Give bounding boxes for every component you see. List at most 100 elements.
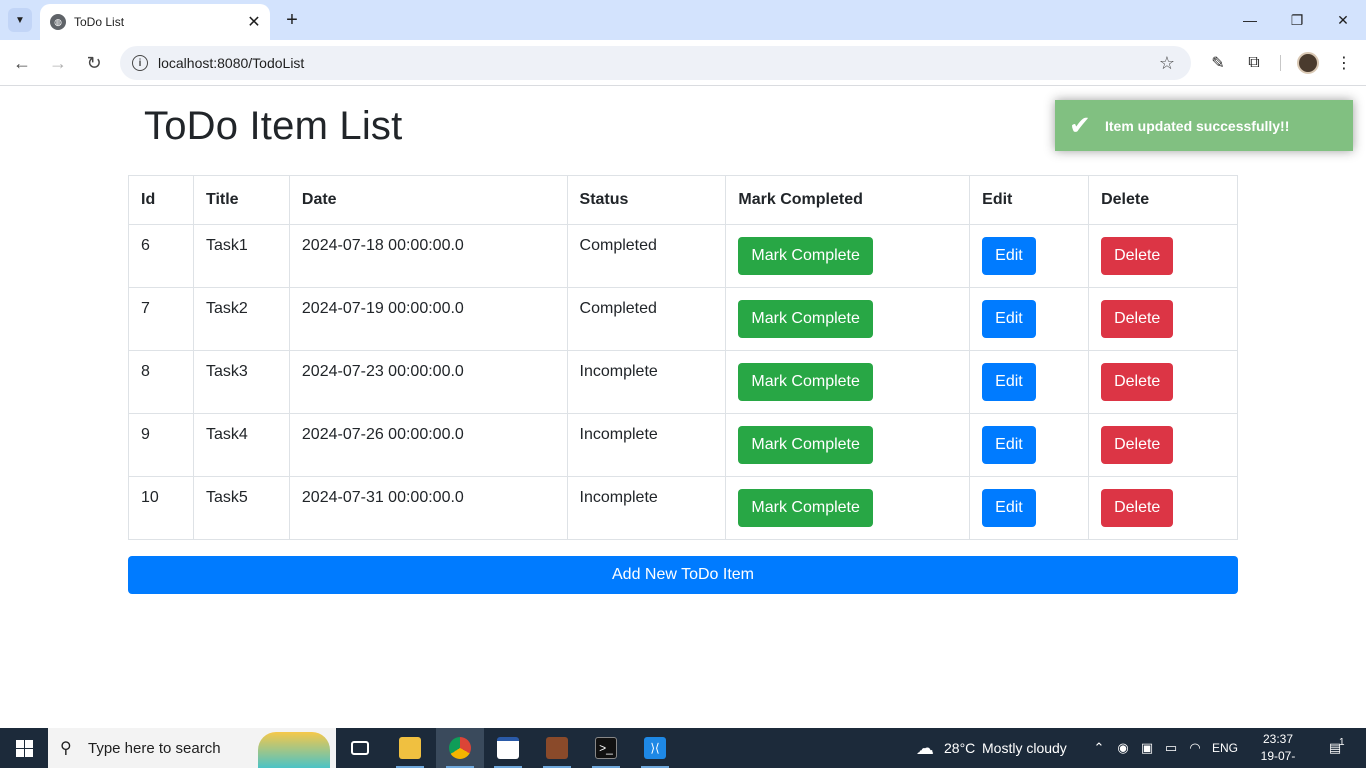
notification-count: 1 (1339, 736, 1345, 748)
column-header-date: Date (288, 175, 568, 225)
chevron-up-icon[interactable]: ⌃ (1090, 739, 1108, 757)
clock-time: 23:37 (1262, 732, 1294, 746)
window-app-button[interactable] (484, 728, 532, 768)
search-icon: ⚲ (60, 740, 72, 757)
reload-icon[interactable]: ↻ (80, 49, 108, 77)
edit-button[interactable]: Edit (982, 237, 1036, 275)
tab-title: ToDo List (74, 15, 125, 29)
cell-id: 6 (128, 224, 194, 288)
column-header-edit: Edit (969, 175, 1090, 225)
window-icon (497, 737, 519, 759)
more-menu-icon[interactable]: ⋮ (1332, 51, 1356, 75)
edit-button[interactable]: Edit (982, 300, 1036, 338)
cell-id: 8 (128, 350, 194, 414)
toast-message: Item updated successfully!! (1105, 117, 1290, 134)
chevron-down-icon: ▼ (15, 14, 25, 26)
table-header-row: Id Title Date Status Mark Completed Edit… (128, 175, 1238, 225)
edit-button[interactable]: Edit (982, 426, 1036, 464)
close-window-button[interactable]: ✕ (1329, 6, 1357, 34)
site-info-icon[interactable]: i (132, 55, 148, 71)
globe-icon: ◍ (50, 14, 66, 30)
profile-avatar[interactable] (1297, 52, 1319, 74)
tab-search-button[interactable]: ▼ (8, 8, 32, 32)
cell-edit: Edit (969, 413, 1090, 477)
column-header-delete: Delete (1088, 175, 1238, 225)
minimize-button[interactable]: — (1236, 6, 1264, 34)
url-text[interactable]: localhost:8080/TodoList (158, 55, 1155, 71)
mark-complete-button[interactable]: Mark Complete (738, 426, 873, 464)
cell-mark: Mark Complete (725, 224, 971, 288)
column-header-id: Id (128, 175, 194, 225)
table-row: 8 Task3 2024-07-23 00:00:00.0 Incomplete… (128, 350, 1238, 414)
restore-button[interactable]: ❐ (1283, 6, 1311, 34)
checkmark-icon: ✔ (1069, 110, 1091, 140)
system-clock[interactable]: 23:37 19-07-2024 (1250, 731, 1306, 768)
delete-button[interactable]: Delete (1101, 489, 1174, 527)
meet-now-icon[interactable]: ▣ (1138, 739, 1156, 757)
browser-tab[interactable]: ◍ ToDo List ✕ (40, 4, 270, 40)
column-header-mark-completed: Mark Completed (725, 175, 971, 225)
battery-icon[interactable]: ▭ (1162, 739, 1180, 757)
delete-button[interactable]: Delete (1101, 237, 1174, 275)
cell-mark: Mark Complete (725, 413, 971, 477)
cell-mark: Mark Complete (725, 350, 971, 414)
record-icon[interactable]: ◉ (1114, 739, 1132, 757)
delete-button[interactable]: Delete (1101, 426, 1174, 464)
file-explorer-button[interactable] (386, 728, 434, 768)
search-highlight-image (258, 732, 330, 768)
cell-date: 2024-07-31 00:00:00.0 (288, 476, 568, 540)
cell-edit: Edit (969, 476, 1090, 540)
weather-cloud-icon[interactable]: ☁ (912, 738, 938, 758)
mark-complete-button[interactable]: Mark Complete (738, 300, 873, 338)
mark-complete-button[interactable]: Mark Complete (738, 363, 873, 401)
bookmark-star-icon[interactable]: ☆ (1155, 51, 1179, 75)
folder-icon (399, 737, 421, 759)
cell-status: Incomplete (566, 413, 727, 477)
edit-button[interactable]: Edit (982, 363, 1036, 401)
mark-complete-button[interactable]: Mark Complete (738, 489, 873, 527)
cell-edit: Edit (969, 287, 1090, 351)
close-tab-icon[interactable]: ✕ (244, 12, 264, 32)
delete-button[interactable]: Delete (1101, 300, 1174, 338)
new-tab-button[interactable]: + (280, 8, 304, 32)
success-toast[interactable]: ✔ Item updated successfully!! (1055, 100, 1353, 151)
search-placeholder: Type here to search (88, 739, 221, 757)
browser-toolbar: ← → ↻ i localhost:8080/TodoList ☆ ✎ ⧉ ⋮ (0, 40, 1366, 86)
address-bar[interactable]: i localhost:8080/TodoList ☆ (120, 46, 1191, 80)
start-button[interactable] (0, 728, 48, 768)
game-app-button[interactable] (533, 728, 581, 768)
terminal-button[interactable]: >_ (582, 728, 630, 768)
taskbar-search[interactable]: ⚲ Type here to search (48, 728, 336, 768)
cell-title: Task1 (192, 224, 290, 288)
table-row: 9 Task4 2024-07-26 00:00:00.0 Incomplete… (128, 413, 1238, 477)
cell-mark: Mark Complete (725, 287, 971, 351)
toolbar-divider (1280, 55, 1281, 71)
weather-temp[interactable]: 28°C (944, 728, 975, 768)
cell-delete: Delete (1088, 350, 1238, 414)
table-row: 6 Task1 2024-07-18 00:00:00.0 Completed … (128, 224, 1238, 288)
add-todo-button[interactable]: Add New ToDo Item (128, 556, 1238, 594)
chrome-button[interactable] (436, 728, 484, 768)
extensions-icon[interactable]: ⧉ (1242, 51, 1266, 75)
task-view-icon (351, 741, 369, 755)
delete-button[interactable]: Delete (1101, 363, 1174, 401)
cell-id: 9 (128, 413, 194, 477)
cell-date: 2024-07-26 00:00:00.0 (288, 413, 568, 477)
forward-arrow-icon[interactable]: → (44, 49, 72, 77)
cell-status: Completed (566, 287, 727, 351)
cell-title: Task3 (192, 350, 290, 414)
vscode-button[interactable]: ⟩⟨ (631, 728, 679, 768)
weather-description[interactable]: Mostly cloudy (982, 728, 1067, 768)
edit-button[interactable]: Edit (982, 489, 1036, 527)
eyedropper-icon[interactable]: ✎ (1206, 51, 1230, 75)
task-view-button[interactable] (336, 728, 384, 768)
page-title: ToDo Item List (144, 104, 403, 148)
cell-delete: Delete (1088, 413, 1238, 477)
mark-complete-button[interactable]: Mark Complete (738, 237, 873, 275)
wifi-icon[interactable]: ◠ (1186, 739, 1204, 757)
cell-title: Task5 (192, 476, 290, 540)
cell-date: 2024-07-23 00:00:00.0 (288, 350, 568, 414)
back-arrow-icon[interactable]: ← (8, 49, 36, 77)
todo-table: Id Title Date Status Mark Completed Edit… (128, 175, 1238, 540)
language-indicator[interactable]: ENG (1212, 728, 1238, 768)
